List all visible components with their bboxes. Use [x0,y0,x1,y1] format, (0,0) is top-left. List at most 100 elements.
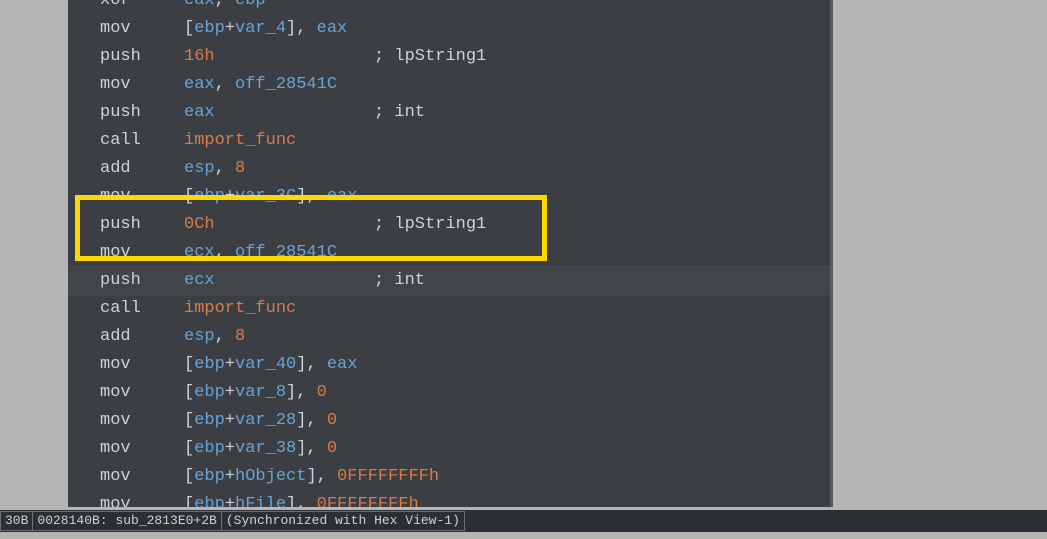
token-num: 0FFFFFFFFh [337,467,439,486]
mnemonic: mov [100,239,184,267]
token-punct: [ [184,411,194,430]
asm-line[interactable]: mov[ebp+hFile], 0FFFFFFFFh [100,491,486,507]
token-punct: ], [296,355,327,374]
token-reg: esp [184,327,215,346]
mnemonic: push [100,267,184,295]
operands: eax, off_28541C [184,75,337,94]
mnemonic: push [100,43,184,71]
asm-line[interactable]: xoreax, ebp [100,0,486,15]
token-reg: eax [317,19,348,38]
asm-line[interactable]: push0Ch; lpString1 [100,211,486,239]
asm-line[interactable]: mov[ebp+var_4], eax [100,15,486,43]
token-punct: [ [184,187,194,206]
operands: [ebp+var_3C], eax [184,187,357,206]
operands: eax [184,99,374,127]
operands: [ebp+var_8], 0 [184,383,327,402]
token-ident: var_38 [235,439,296,458]
asm-line[interactable]: mov[ebp+var_40], eax [100,351,486,379]
token-punct: ], [296,187,327,206]
token-ident: var_40 [235,355,296,374]
token-punct: + [225,411,235,430]
mnemonic: mov [100,351,184,379]
asm-line[interactable]: mov[ebp+var_3C], eax [100,183,486,211]
token-reg: eax [184,0,215,10]
mnemonic: push [100,211,184,239]
mnemonic: mov [100,407,184,435]
token-punct: + [225,19,235,38]
asm-line[interactable]: moveax, off_28541C [100,71,486,99]
asm-line[interactable]: addesp, 8 [100,155,486,183]
asm-line[interactable]: mov[ebp+var_8], 0 [100,379,486,407]
token-reg: ebp [194,495,225,507]
token-punct: [ [184,383,194,402]
token-reg: ebp [194,19,225,38]
asm-line[interactable]: movecx, off_28541C [100,239,486,267]
mnemonic: push [100,99,184,127]
token-reg: ebp [194,355,225,374]
operands: [ebp+var_28], 0 [184,411,337,430]
token-punct: + [225,439,235,458]
token-punct: ], [306,467,337,486]
operands: [ebp+var_38], 0 [184,439,337,458]
operands: ecx [184,267,374,295]
token-ident: var_3C [235,187,296,206]
status-address: 0028140B: sub_2813E0+2B [32,511,221,531]
token-reg: ebp [235,0,266,10]
asm-line[interactable]: pushecx ; int [100,267,486,295]
mnemonic: call [100,127,184,155]
token-reg: ebp [194,467,225,486]
mnemonic: add [100,155,184,183]
token-punct: + [225,355,235,374]
asm-line[interactable]: addesp, 8 [100,323,486,351]
operands: import_func [184,299,296,318]
asm-line[interactable]: callimport_func [100,127,486,155]
mnemonic: mov [100,379,184,407]
mnemonic: mov [100,463,184,491]
operands: esp, 8 [184,327,245,346]
mnemonic: mov [100,491,184,507]
disassembly-panel[interactable]: xoreax, ebpmov[ebp+var_4], eaxpush16h; l… [68,0,830,507]
token-punct: [ [184,467,194,486]
asm-line[interactable]: pusheax; int [100,99,486,127]
operands: [ebp+hFile], 0FFFFFFFFh [184,495,419,507]
asm-line[interactable]: mov[ebp+hObject], 0FFFFFFFFh [100,463,486,491]
operands: 16h [184,43,374,71]
asm-line[interactable]: mov[ebp+var_38], 0 [100,435,486,463]
panel-border [830,0,833,507]
token-punct: ], [286,495,317,507]
token-punct: [ [184,495,194,507]
token-punct: [ [184,19,194,38]
token-num: 8 [235,327,245,346]
status-bar: 30B 0028140B: sub_2813E0+2B (Synchronize… [0,510,1047,532]
token-func: import_func [184,131,296,150]
token-punct: + [225,383,235,402]
token-reg: ebp [194,187,225,206]
operands: [ebp+var_40], eax [184,355,357,374]
token-punct: + [225,187,235,206]
token-reg: ebp [194,411,225,430]
asm-line[interactable]: mov[ebp+var_28], 0 [100,407,486,435]
token-reg: esp [184,159,215,178]
mnemonic: call [100,295,184,323]
token-ident: off_28541C [235,243,337,262]
token-reg: ecx [184,271,215,290]
token-punct: [ [184,439,194,458]
asm-line[interactable]: callimport_func [100,295,486,323]
token-num: 8 [235,159,245,178]
token-reg: eax [184,103,215,122]
token-punct: ], [296,439,327,458]
asm-line[interactable]: push16h; lpString1 [100,43,486,71]
token-punct: , [215,243,235,262]
token-ident: hFile [235,495,286,507]
token-ident: var_4 [235,19,286,38]
token-reg: eax [184,75,215,94]
comment: ; int [374,271,425,290]
operands: import_func [184,131,296,150]
operands: eax, ebp [184,0,266,10]
token-punct: + [225,467,235,486]
mnemonic: xor [100,0,184,15]
mnemonic: add [100,323,184,351]
token-punct: , [215,75,235,94]
token-reg: ebp [194,439,225,458]
token-ident: var_28 [235,411,296,430]
